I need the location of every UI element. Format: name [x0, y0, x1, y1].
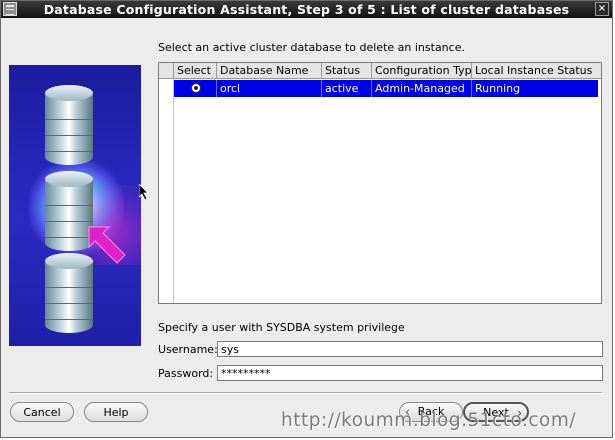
column-header-status[interactable]: Status: [322, 63, 372, 78]
table-header: Select Database Name Status Configuratio…: [159, 63, 601, 79]
database-cylinder-icon: [45, 253, 93, 333]
pointer-arrow-icon: [88, 226, 126, 264]
configuration-type-cell: Admin-Managed: [372, 80, 472, 97]
database-cylinder-icon: [45, 85, 93, 165]
close-icon[interactable]: ×: [595, 2, 609, 16]
column-header-database-name[interactable]: Database Name: [217, 63, 322, 78]
status-cell: active: [322, 80, 372, 97]
cluster-database-table[interactable]: Select Database Name Status Configuratio…: [158, 62, 602, 304]
dbca-window: Database Configuration Assistant, Step 3…: [0, 0, 613, 438]
window-menu-icon[interactable]: [3, 2, 17, 16]
select-cell[interactable]: [174, 80, 217, 97]
table-row[interactable]: orcl active Admin-Managed Running: [174, 80, 598, 97]
instruction-text: Select an active cluster database to del…: [158, 41, 465, 54]
username-field[interactable]: [217, 341, 603, 357]
help-button[interactable]: Help: [84, 402, 148, 422]
cancel-button[interactable]: Cancel: [10, 402, 74, 422]
mouse-cursor-icon: [139, 184, 149, 200]
password-field[interactable]: [217, 365, 603, 381]
username-label: Username:: [158, 343, 218, 356]
sysdba-prompt: Specify a user with SYSDBA system privil…: [158, 321, 405, 334]
column-header-configuration-type[interactable]: Configuration Type: [372, 63, 472, 78]
database-cylinder-icon: [45, 171, 93, 251]
select-radio[interactable]: [191, 83, 201, 93]
window-title: Database Configuration Assistant, Step 3…: [43, 2, 570, 17]
title-bar: Database Configuration Assistant, Step 3…: [1, 1, 612, 18]
row-header-gutter: [159, 79, 174, 303]
password-label: Password:: [158, 367, 214, 380]
column-header-select[interactable]: Select: [174, 63, 217, 78]
step-illustration: [9, 65, 141, 346]
database-name-cell: orcl: [217, 80, 322, 97]
footer-divider: [9, 392, 602, 394]
watermark-text: http://koumm.blog.51cto.com/: [281, 410, 577, 431]
column-header-local-instance-status[interactable]: Local Instance Status: [472, 63, 601, 78]
local-instance-status-cell: Running: [475, 82, 521, 95]
